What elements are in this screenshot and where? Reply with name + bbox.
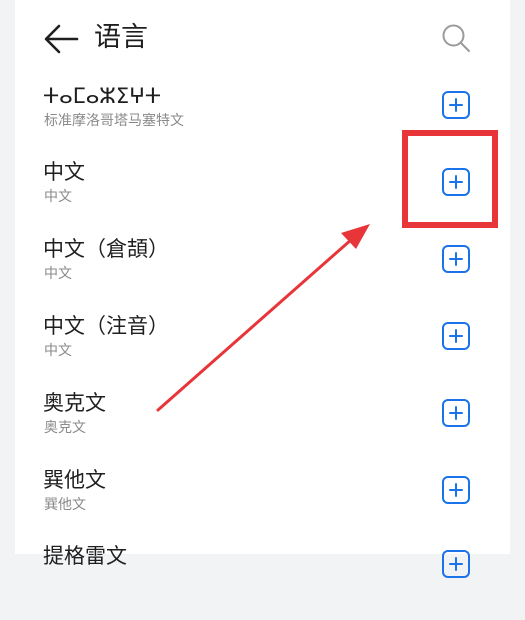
language-item[interactable]: 中文（注音） 中文 (15, 312, 510, 390)
language-subtitle: 中文 (44, 189, 72, 205)
language-settings-panel: 语言 ⵜⴰⵎⴰⵣⵉⵖⵜ 标准摩洛哥塔马塞特文 中文 中文 中文（倉頡） 中文 中… (15, 0, 510, 578)
plus-icon (449, 557, 463, 571)
language-item[interactable]: 奥克文 奥克文 (15, 389, 510, 467)
plus-icon (449, 329, 463, 343)
language-item[interactable]: 巽他文 巽他文 (15, 466, 510, 544)
add-language-button[interactable] (442, 245, 470, 273)
language-item[interactable]: 中文（倉頡） 中文 (15, 235, 510, 313)
plus-icon (449, 406, 463, 420)
header-bar: 语言 (15, 0, 510, 78)
add-language-button[interactable] (442, 91, 470, 119)
add-language-button[interactable] (442, 322, 470, 350)
language-subtitle: 巽他文 (44, 497, 86, 513)
language-name: 提格雷文 (43, 544, 127, 568)
language-subtitle: 标准摩洛哥塔马塞特文 (44, 113, 184, 129)
language-name: ⵜⴰⵎⴰⵣⵉⵖⵜ (43, 84, 162, 108)
add-language-button[interactable] (442, 399, 470, 427)
language-name: 中文（倉頡） (43, 237, 169, 261)
add-language-button[interactable] (442, 550, 470, 578)
language-name: 奥克文 (43, 391, 106, 415)
search-icon[interactable] (441, 23, 471, 53)
plus-icon (449, 252, 463, 266)
plus-icon (449, 98, 463, 112)
plus-icon (449, 483, 463, 497)
language-name: 中文 (43, 160, 85, 184)
add-language-button[interactable] (442, 476, 470, 504)
back-arrow-icon[interactable] (43, 23, 79, 55)
language-subtitle: 中文 (44, 343, 72, 359)
language-subtitle: 奥克文 (44, 420, 86, 436)
page-title: 语言 (94, 22, 148, 53)
language-subtitle: 中文 (44, 266, 72, 282)
language-name: 中文（注音） (43, 314, 169, 338)
highlight-annotation-box (402, 130, 498, 228)
language-name: 巽他文 (43, 468, 106, 492)
